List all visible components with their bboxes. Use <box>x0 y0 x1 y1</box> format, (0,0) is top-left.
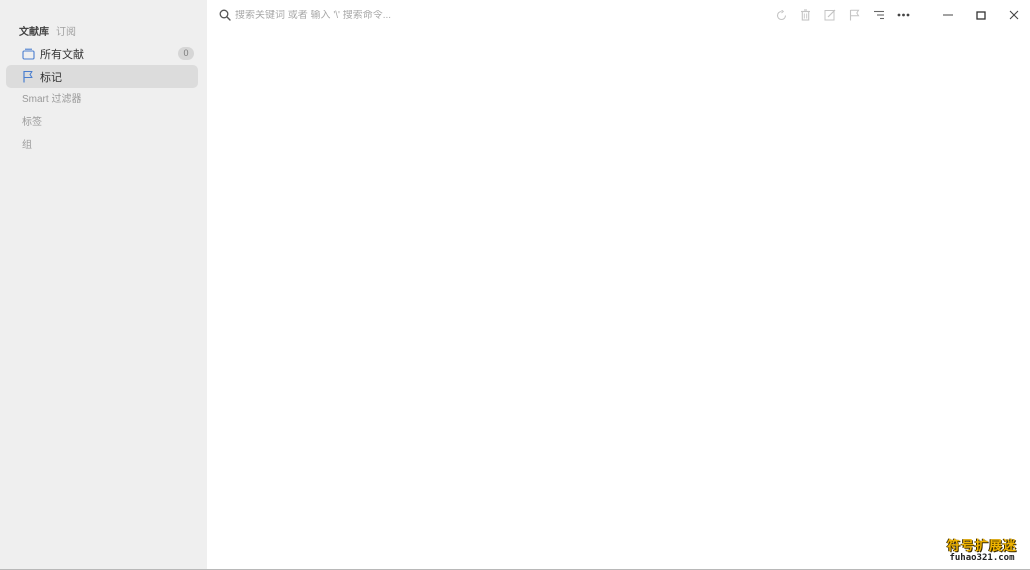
search-bar <box>219 7 619 23</box>
section-smart-filters[interactable]: Smart 过滤器 <box>0 88 207 111</box>
app-window: 文献库 订阅 所有文献 0 标记 Smart 过滤器 标签 组 搜索关键词 或者… <box>0 0 1030 570</box>
sidebar-item-label: 所有文献 <box>40 48 84 61</box>
sidebar: 文献库 订阅 所有文献 0 标记 Smart 过滤器 标签 组 <box>0 0 207 569</box>
close-icon[interactable] <box>997 5 1030 25</box>
minimize-icon[interactable] <box>931 5 964 25</box>
section-groups[interactable]: 组 <box>0 134 207 157</box>
watermark-url: fuhao321.com <box>949 553 1015 563</box>
watermark-logo: 符号扩展迷 fuhao321.com <box>947 540 1017 563</box>
more-icon[interactable] <box>895 6 913 24</box>
sidebar-item-all-documents[interactable]: 所有文献 0 <box>6 42 198 65</box>
count-badge: 0 <box>178 47 194 60</box>
trash-icon[interactable] <box>797 6 815 24</box>
toolbar <box>772 6 919 24</box>
main-panel: 符号扩展迷 fuhao321.com <box>207 0 1030 569</box>
section-tags[interactable]: 标签 <box>0 111 207 134</box>
flag-icon[interactable] <box>846 6 864 24</box>
flag-icon <box>21 70 35 84</box>
sidebar-item-flagged[interactable]: 标记 <box>6 65 198 88</box>
top-bar <box>207 0 1030 30</box>
window-controls <box>931 5 1030 25</box>
library-box-icon <box>21 47 35 61</box>
search-input[interactable] <box>231 9 595 21</box>
library-tabs: 文献库 订阅 <box>0 20 207 40</box>
edit-icon[interactable] <box>821 6 839 24</box>
refresh-icon[interactable] <box>772 6 790 24</box>
search-icon <box>219 9 231 21</box>
tab-subscriptions[interactable]: 订阅 <box>56 23 76 38</box>
tab-library[interactable]: 文献库 <box>19 23 49 38</box>
sidebar-item-label: 标记 <box>40 71 62 84</box>
sort-icon[interactable] <box>870 6 888 24</box>
watermark-title: 符号扩展迷 <box>946 539 1017 554</box>
maximize-icon[interactable] <box>964 5 997 25</box>
